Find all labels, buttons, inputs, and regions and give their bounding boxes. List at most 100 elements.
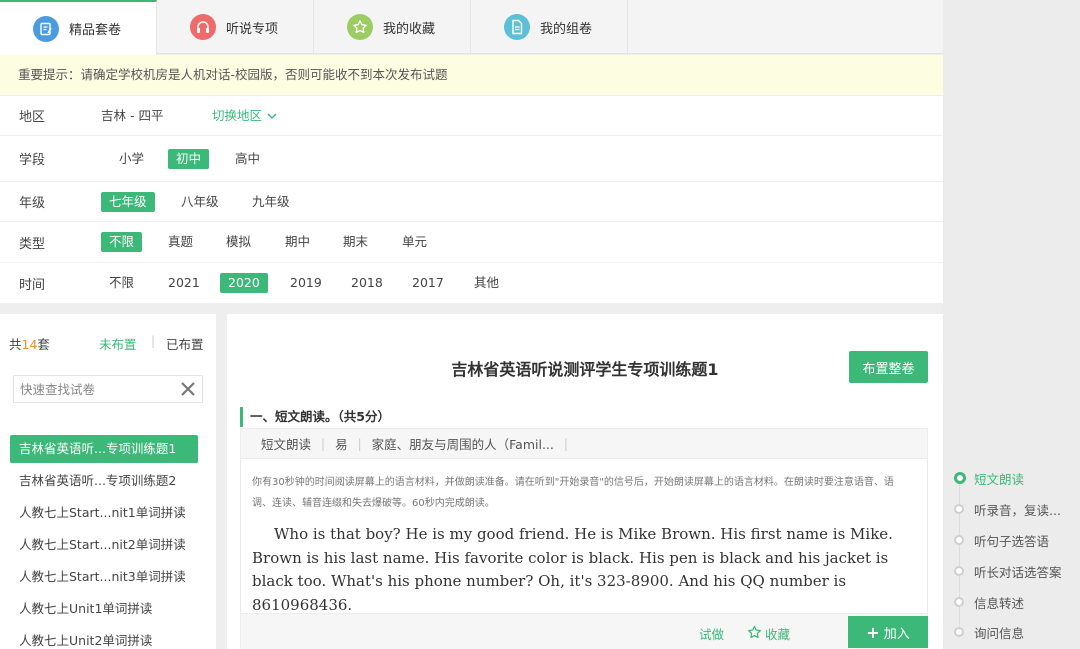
filter-unassigned-link[interactable]: 未布置 xyxy=(99,334,137,353)
stage-option[interactable]: 小学 xyxy=(111,149,152,169)
assign-paper-button[interactable]: 布置整卷 xyxy=(849,351,928,383)
filter-assigned-link[interactable]: 已布置 xyxy=(166,334,204,353)
filter-row-time: 时间 不限 2021 2020 2019 2018 2017 其他 xyxy=(0,263,943,303)
search-box xyxy=(13,375,203,403)
timeline-dot-icon xyxy=(954,597,964,607)
outline-label: 听句子选答语 xyxy=(974,533,1050,549)
grade-option-selected[interactable]: 七年级 xyxy=(101,191,155,212)
star-icon xyxy=(347,14,373,40)
tab-label: 我的组卷 xyxy=(540,21,593,37)
paper-list-item[interactable]: 吉林省英语听...专项训练题2 xyxy=(10,467,198,495)
question-tags: 短文朗读 | 易 | 家庭、朋友与周围的人（Famil... | xyxy=(241,429,927,459)
timeline-dot-icon xyxy=(954,504,964,514)
count-prefix: 共 xyxy=(9,337,22,352)
stage-option-selected[interactable]: 初中 xyxy=(168,148,210,169)
paper-list-panel: 共14套 未布置 | 已布置 吉林省英语听...专项训练题1 吉林省英语听...… xyxy=(0,314,216,649)
clear-search-icon[interactable] xyxy=(177,377,199,401)
outline-item[interactable]: 听长对话选答案 xyxy=(954,561,1062,581)
grade-option[interactable]: 九年级 xyxy=(244,192,298,212)
count-number: 14 xyxy=(21,337,38,352)
filter-label: 地区 xyxy=(19,110,46,125)
star-outline-icon xyxy=(747,625,762,643)
favorite-button[interactable]: 收藏 xyxy=(747,624,790,643)
tab-my-favorites[interactable]: 我的收藏 xyxy=(314,0,471,54)
paper-list-item[interactable]: 人教七上Start...nit2单词拼读 xyxy=(10,531,198,559)
question-card: 短文朗读 | 易 | 家庭、朋友与周围的人（Famil... | 你有30秒钟的时间阅… xyxy=(240,428,928,649)
time-option[interactable]: 不限 xyxy=(101,273,142,293)
filter-label: 时间 xyxy=(19,277,46,293)
add-to-paper-button[interactable]: + 加入 xyxy=(848,616,928,648)
question-instruction: 你有30秒钟的时间阅读屏幕上的语言材料，并做朗读准备。请在听到"开始录音"的信号… xyxy=(252,477,894,509)
add-label: 加入 xyxy=(883,626,910,642)
reading-passage: Who is that boy? He is my good friend. H… xyxy=(252,525,893,614)
section-title: 一、短文朗读。（共5分） xyxy=(240,407,390,427)
divider: | xyxy=(563,436,568,451)
paper-list-item[interactable]: 人教七上Start...nit3单词拼读 xyxy=(10,563,198,591)
type-option[interactable]: 真题 xyxy=(160,232,201,252)
tag-question-type: 短文朗读 xyxy=(261,437,312,452)
tab-label: 我的收藏 xyxy=(383,21,436,37)
filter-panel: 地区 吉林 - 四平 切换地区 学段 小学 初中 高中 年级 七年级 八年级 九… xyxy=(0,96,943,303)
time-option[interactable]: 2019 xyxy=(282,273,330,293)
paper-detail-panel: 吉林省英语听说测评学生专项训练题1 布置整卷 一、短文朗读。（共5分） 短文朗读… xyxy=(227,314,943,649)
paper-edit-icon xyxy=(33,15,59,42)
switch-region-link[interactable]: 切换地区 xyxy=(204,106,285,126)
plus-icon: + xyxy=(866,622,880,642)
stage-option[interactable]: 高中 xyxy=(227,149,268,169)
time-option[interactable]: 2017 xyxy=(404,273,452,293)
tab-listening-speaking[interactable]: 听说专项 xyxy=(157,0,314,54)
question-actions: 试做 收藏 + 加入 xyxy=(241,613,928,649)
paper-list-item[interactable]: 人教七上Unit2单词拼读 xyxy=(10,627,198,649)
paper-list-item[interactable]: 人教七上Unit1单词拼读 xyxy=(10,595,198,623)
filter-row-type: 类型 不限 真题 模拟 期中 期末 单元 xyxy=(0,222,943,263)
chevron-down-icon xyxy=(267,106,277,126)
notice-banner: 重要提示：请确定学校机房是人机对话-校园版，否则可能收不到本次发布试题 xyxy=(0,55,943,95)
top-tabs: 精品套卷 听说专项 我的收藏 我的组卷 xyxy=(0,0,943,55)
filter-row-region: 地区 吉林 - 四平 切换地区 xyxy=(0,96,943,136)
timeline-dot-icon xyxy=(954,472,966,484)
filter-label: 年级 xyxy=(19,196,46,211)
app-root: 精品套卷 听说专项 我的收藏 我的组卷 重要提示：请确定学校机房是人机对话-校园… xyxy=(0,0,1080,649)
tab-premium-papers[interactable]: 精品套卷 xyxy=(0,0,157,55)
filter-label: 类型 xyxy=(19,236,46,252)
time-option[interactable]: 2018 xyxy=(343,273,391,293)
outline-label: 听长对话选答案 xyxy=(974,564,1062,580)
type-option[interactable]: 单元 xyxy=(394,232,435,252)
type-option[interactable]: 期中 xyxy=(277,232,318,252)
filter-label: 学段 xyxy=(19,153,46,168)
paper-list-item-selected[interactable]: 吉林省英语听...专项训练题1 xyxy=(10,435,198,463)
try-button[interactable]: 试做 xyxy=(699,624,724,643)
outline-item[interactable]: 听录音，复读... xyxy=(954,499,1061,519)
outline-label: 询问信息 xyxy=(974,625,1025,641)
tab-label: 听说专项 xyxy=(226,21,279,37)
tab-label: 精品套卷 xyxy=(69,23,122,38)
count-suffix: 套 xyxy=(37,337,50,352)
paper-title: 吉林省英语听说测评学生专项训练题1 xyxy=(451,360,719,379)
paper-count: 共14套 xyxy=(9,334,50,353)
outline-item-active[interactable]: 短文朗读 xyxy=(954,468,1024,488)
time-option[interactable]: 其他 xyxy=(466,273,507,293)
filter-row-stage: 学段 小学 初中 高中 xyxy=(0,136,943,182)
type-option-selected[interactable]: 不限 xyxy=(101,232,143,252)
type-option[interactable]: 模拟 xyxy=(218,232,259,252)
outline-item[interactable]: 询问信息 xyxy=(954,622,1024,642)
type-option[interactable]: 期末 xyxy=(335,232,376,252)
outline-item[interactable]: 听句子选答语 xyxy=(954,530,1049,550)
time-option[interactable]: 2021 xyxy=(160,273,208,293)
outline-label: 听录音，复读... xyxy=(974,502,1061,518)
tag-difficulty: 易 xyxy=(335,437,348,452)
timeline-dot-icon xyxy=(954,627,964,637)
grade-option[interactable]: 八年级 xyxy=(173,192,227,212)
outline-label: 短文朗读 xyxy=(974,471,1025,487)
outline-label: 信息转述 xyxy=(974,595,1025,611)
document-icon xyxy=(504,14,530,40)
tab-my-papers[interactable]: 我的组卷 xyxy=(471,0,628,54)
region-value: 吉林 - 四平 xyxy=(101,107,164,123)
favorite-label: 收藏 xyxy=(765,627,791,642)
search-input[interactable] xyxy=(14,376,174,402)
paper-list-item[interactable]: 人教七上Start...nit1单词拼读 xyxy=(10,499,198,527)
divider: | xyxy=(151,334,156,348)
time-option-selected[interactable]: 2020 xyxy=(220,273,268,293)
timeline-dot-icon xyxy=(954,566,964,576)
outline-item[interactable]: 信息转述 xyxy=(954,592,1024,612)
